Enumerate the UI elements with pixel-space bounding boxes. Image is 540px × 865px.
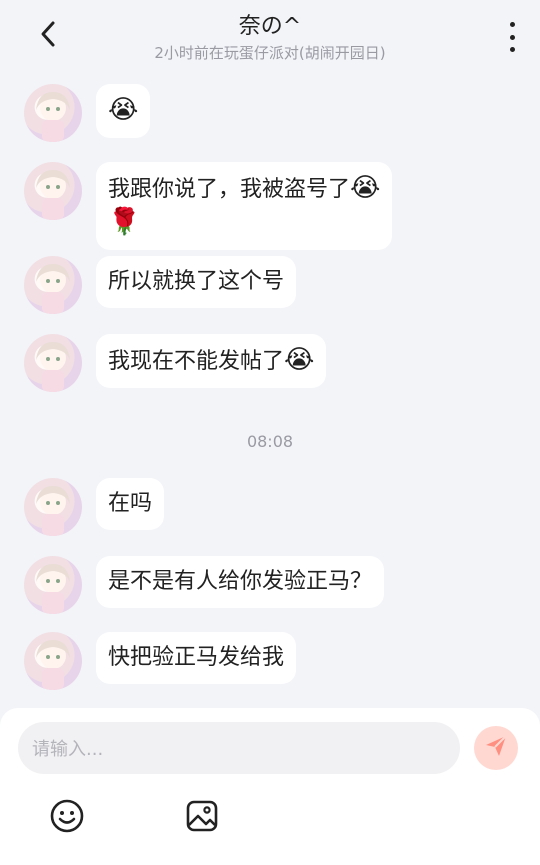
emoji-icon (49, 798, 85, 838)
message-row: 😭 (24, 84, 151, 142)
avatar[interactable] (24, 84, 82, 142)
chat-timestamp: 08:08 (246, 432, 294, 451)
chat-screen: 奈の^ 2小时前在玩蛋仔派对(胡闹开园日) 😭 我跟你说了，我被盗号了😭 🌹 所… (0, 0, 540, 865)
message-bubble: 在吗 (96, 478, 165, 530)
crying-emoji: 😭 (350, 173, 381, 203)
message-row: 我跟你说了，我被盗号了😭 🌹 (24, 162, 393, 250)
emoji-button[interactable] (49, 798, 85, 838)
message-bubble: 我现在不能发帖了😭 (96, 334, 327, 388)
message-row: 所以就换了这个号 (24, 256, 297, 314)
avatar[interactable] (24, 334, 82, 392)
input-placeholder: 请输入... (32, 739, 104, 760)
message-row: 是不是有人给你发验正马？ (24, 556, 385, 614)
message-bubble: 所以就换了这个号 (96, 256, 297, 308)
crying-emoji: 😭 (108, 95, 139, 125)
image-icon (184, 798, 220, 838)
more-options-button[interactable] (506, 22, 518, 52)
avatar[interactable] (24, 478, 82, 536)
message-text: 是不是有人给你发验正马？ (108, 569, 373, 594)
message-row: 我现在不能发帖了😭 (24, 334, 327, 392)
send-button[interactable] (474, 726, 518, 770)
message-row: 在吗 (24, 478, 165, 536)
more-vertical-icon (509, 22, 515, 52)
message-text: 快把验正马发给我 (108, 645, 285, 670)
chat-header: 奈の^ 2小时前在玩蛋仔派对(胡闹开园日) (0, 0, 540, 72)
message-composer: 请输入... (0, 708, 540, 865)
avatar[interactable] (24, 256, 82, 314)
message-text: 我跟你说了，我被盗号了 (108, 177, 351, 202)
contact-status: 2小时前在玩蛋仔派对(胡闹开园日) (154, 44, 386, 62)
contact-name: 奈の^ (238, 14, 302, 39)
avatar[interactable] (24, 632, 82, 690)
message-bubble: 我跟你说了，我被盗号了😭 🌹 (96, 162, 393, 250)
message-text: 我现在不能发帖了 (108, 349, 285, 374)
avatar[interactable] (24, 162, 82, 220)
message-text: 在吗 (108, 491, 153, 516)
message-bubble: 是不是有人给你发验正马？ (96, 556, 385, 608)
message-text: 所以就换了这个号 (108, 269, 285, 294)
avatar[interactable] (24, 556, 82, 614)
rose-emoji: 🌹 (108, 207, 141, 237)
crying-emoji: 😭 (284, 345, 315, 375)
send-icon (483, 733, 509, 763)
message-input[interactable]: 请输入... (18, 722, 460, 774)
message-bubble: 快把验正马发给我 (96, 632, 297, 684)
image-button[interactable] (184, 800, 220, 836)
message-row: 快把验正马发给我 (24, 632, 297, 690)
message-bubble: 😭 (96, 84, 151, 138)
